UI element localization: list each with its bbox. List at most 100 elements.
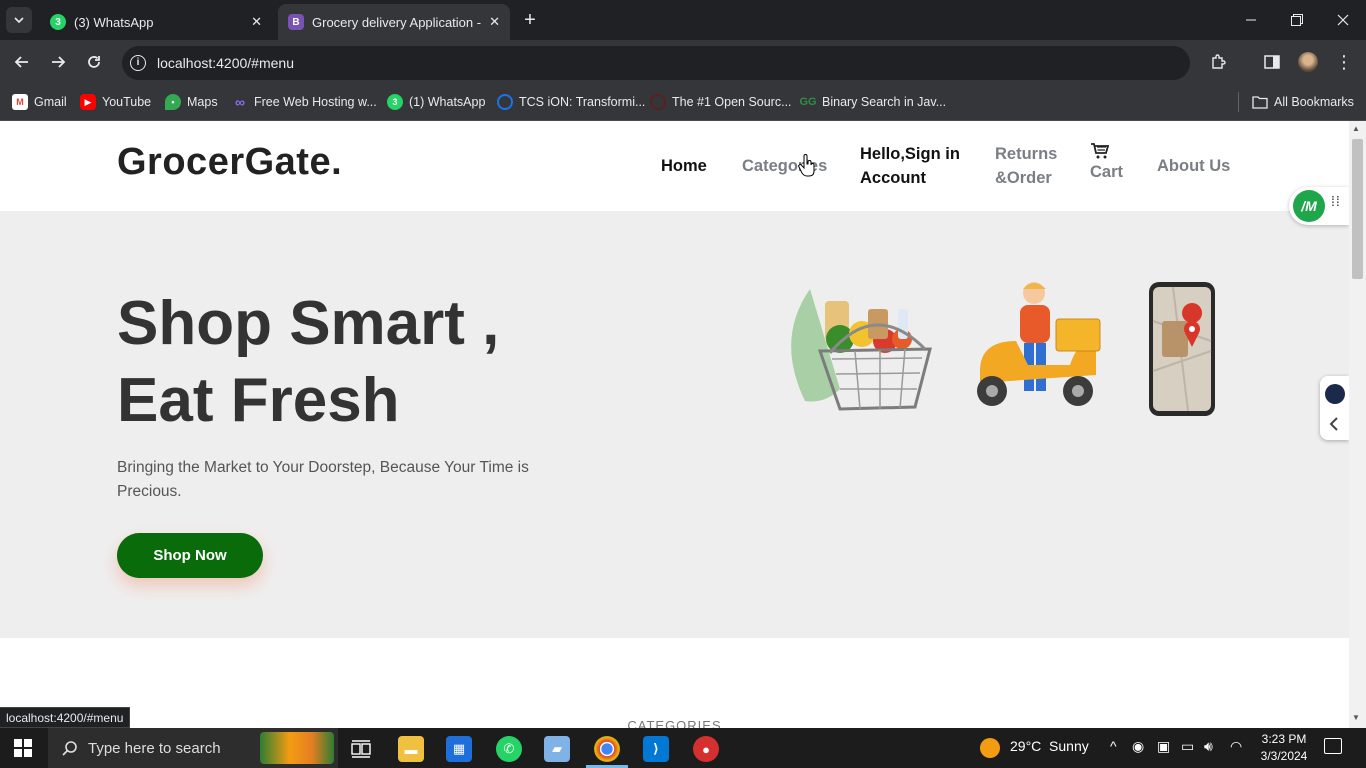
tab-grocery[interactable]: B Grocery delivery Application - I ✕ — [278, 4, 510, 40]
cart-icon — [1091, 143, 1110, 159]
browser-menu-button[interactable]: ⋮ — [1330, 48, 1358, 76]
scroll-up-arrow[interactable]: ▲ — [1352, 124, 1360, 133]
tab-strip: 3 (3) WhatsApp ✕ B Grocery delivery Appl… — [0, 0, 1366, 40]
bookmark-whatsapp[interactable]: 3 (1) WhatsApp — [387, 92, 485, 112]
wifi-icon[interactable]: ◠ — [1230, 738, 1242, 755]
bookmark-binary-search[interactable]: GG Binary Search in Jav... — [799, 92, 946, 112]
site-info-icon[interactable]: i — [130, 55, 146, 71]
tab-whatsapp[interactable]: 3 (3) WhatsApp ✕ — [40, 4, 272, 40]
folder-icon — [1252, 96, 1268, 109]
notes-app-icon[interactable]: ▰ — [544, 736, 570, 762]
grocery-basket-illustration — [791, 289, 932, 411]
nav-about-us[interactable]: About Us — [1157, 154, 1230, 178]
side-panel-button[interactable] — [1258, 48, 1286, 76]
tab-search-button[interactable] — [6, 7, 32, 33]
chevron-left-icon[interactable] — [1328, 416, 1340, 432]
scrollbar-thumb[interactable] — [1352, 139, 1363, 279]
bookmark-gmail[interactable]: M Gmail — [12, 92, 67, 112]
categories-section-label: CATEGORIES — [627, 718, 722, 728]
bookmark-maps[interactable]: • Maps — [165, 92, 218, 112]
more-vertical-icon: ⋮ — [1335, 52, 1353, 72]
shop-now-button[interactable]: Shop Now — [117, 533, 263, 578]
reload-button[interactable] — [80, 48, 108, 76]
chevron-down-icon — [14, 17, 24, 23]
extension-widget[interactable]: /M ⁞⁞ — [1289, 187, 1349, 225]
nav-sign-in-line1: Hello,Sign in — [860, 145, 960, 163]
hero-title-line2: Eat Fresh — [117, 366, 400, 435]
drag-handle-icon[interactable]: ⁞⁞ — [1331, 194, 1341, 208]
bootstrap-icon: B — [288, 14, 304, 30]
all-bookmarks-button[interactable]: All Bookmarks — [1252, 92, 1354, 112]
tcs-icon — [497, 94, 513, 110]
weather-sun-icon — [980, 738, 1000, 758]
status-bar-url: localhost:4200/#menu — [0, 707, 131, 728]
bookmark-tcs-ion[interactable]: TCS iON: Transformi... — [497, 92, 645, 112]
open-source-icon — [650, 94, 666, 110]
nav-cart[interactable]: Cart — [1090, 142, 1123, 184]
nav-returns-line1: Returns — [995, 145, 1058, 163]
vscode-icon[interactable]: ⟩ — [643, 736, 669, 762]
clock-date: 3/3/2024 — [1260, 749, 1308, 763]
show-hidden-icons[interactable]: ^ — [1110, 738, 1117, 754]
profile-avatar[interactable] — [1294, 48, 1322, 76]
close-icon — [1337, 14, 1349, 26]
close-icon[interactable]: ✕ — [489, 14, 500, 30]
whatsapp-icon: 3 — [50, 14, 66, 30]
new-tab-button[interactable]: + — [518, 8, 542, 32]
whatsapp-app-icon[interactable]: ✆ — [496, 736, 522, 762]
assistant-icon[interactable] — [1325, 384, 1345, 404]
nav-returns-line2: &Order — [995, 169, 1052, 187]
back-button[interactable] — [8, 48, 36, 76]
nav-cart-label: Cart — [1090, 163, 1124, 181]
nav-sign-in[interactable]: Hello,Sign in Account — [860, 142, 960, 190]
hero-subtitle: Bringing the Market to Your Doorstep, Be… — [117, 459, 529, 500]
site-navbar: GrocerGate. Home Categories Hello,Sign i… — [0, 121, 1349, 211]
delivery-scooter-illustration — [977, 282, 1101, 406]
whatsapp-icon: 3 — [387, 94, 403, 110]
maps-icon: • — [165, 94, 181, 110]
screen-recorder-icon[interactable]: ● — [693, 736, 719, 762]
hero-section: Shop Smart , Eat Fresh Bringing the Mark… — [0, 211, 1349, 638]
bookmark-free-web-hosting[interactable]: ∞ Free Web Hosting w... — [232, 92, 377, 112]
tab-title: (3) WhatsApp — [74, 14, 154, 30]
microsoft-store-icon[interactable]: ▦ — [446, 736, 472, 762]
search-placeholder: Type here to search — [88, 739, 221, 757]
youtube-icon: ▶ — [80, 94, 96, 110]
forward-button[interactable] — [44, 48, 72, 76]
puzzle-icon — [1212, 54, 1226, 69]
notifications-icon[interactable] — [1324, 738, 1342, 754]
extension-badge: /M — [1293, 190, 1325, 222]
reload-icon — [88, 56, 100, 68]
start-button[interactable] — [14, 739, 32, 762]
minimize-button[interactable] — [1236, 6, 1266, 34]
address-bar[interactable]: i localhost:4200/#menu — [122, 46, 1190, 80]
battery-icon[interactable]: ▭ — [1181, 738, 1194, 755]
meet-now-icon[interactable]: ▣ — [1157, 738, 1170, 755]
scroll-down-arrow[interactable]: ▼ — [1352, 713, 1360, 722]
side-widget[interactable] — [1320, 376, 1349, 440]
record-icon[interactable]: ◉ — [1132, 738, 1144, 755]
brand-logo[interactable]: GrocerGate. — [117, 141, 342, 184]
infinity-icon: ∞ — [235, 94, 245, 110]
web-page: GrocerGate. Home Categories Hello,Sign i… — [0, 121, 1349, 728]
file-explorer-icon[interactable]: ▬ — [398, 736, 424, 762]
close-window-button[interactable] — [1328, 6, 1358, 34]
url-text[interactable]: localhost:4200/#menu — [157, 55, 294, 71]
minimize-icon — [1246, 19, 1256, 21]
weather-text[interactable]: 29°C Sunny — [1010, 738, 1089, 754]
task-view-icon[interactable] — [348, 736, 374, 762]
restore-button[interactable] — [1282, 6, 1312, 34]
taskbar-search[interactable]: Type here to search — [48, 728, 338, 768]
nav-returns-orders[interactable]: Returns &Order — [995, 142, 1057, 190]
bookmark-open-source[interactable]: The #1 Open Sourc... — [650, 92, 792, 112]
extensions-button[interactable] — [1204, 48, 1232, 76]
close-icon[interactable]: ✕ — [251, 14, 262, 30]
arrow-right-icon — [52, 56, 66, 68]
volume-icon[interactable]: 🔊︎ — [1204, 738, 1213, 755]
bookmark-youtube[interactable]: ▶ YouTube — [80, 92, 151, 112]
tab-title: Grocery delivery Application - I — [312, 14, 482, 30]
chrome-icon[interactable] — [594, 736, 620, 762]
hero-title: Shop Smart , Eat Fresh — [117, 285, 637, 439]
nav-home[interactable]: Home — [661, 154, 707, 178]
clock[interactable]: 3:23 PM 3/3/2024 — [1256, 731, 1312, 765]
